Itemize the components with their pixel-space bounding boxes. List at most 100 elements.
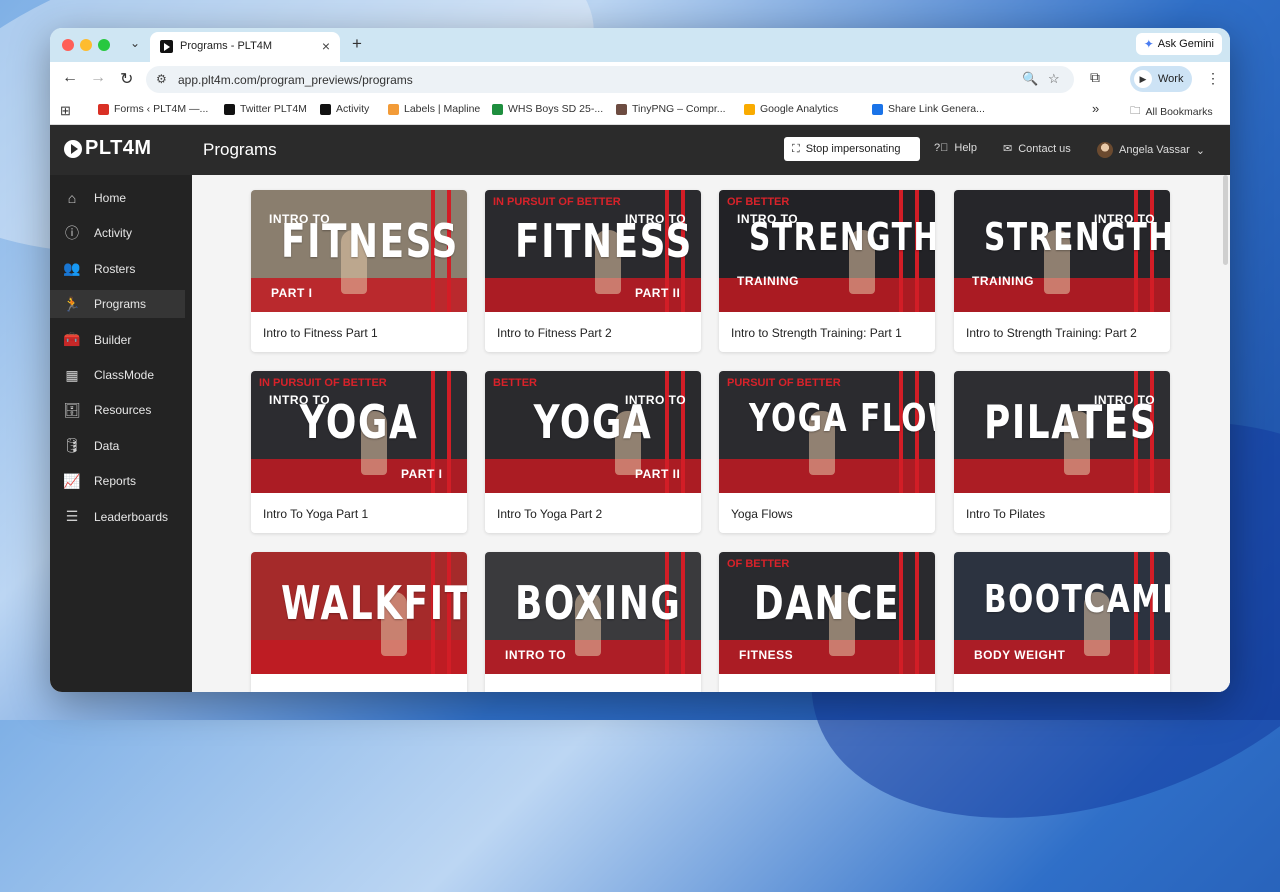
bookmark-item[interactable]: Twitter PLT4M (224, 103, 307, 115)
program-card[interactable]: OF BETTER INTRO TO STRENGTH TRAINING Intro t… (719, 190, 935, 352)
program-card[interactable]: IN PURSUIT OF BETTER INTRO TO YOGA PART I In… (251, 371, 467, 533)
program-card[interactable]: INTRO TO STRENGTH TRAINING Intro to Strengt… (954, 190, 1170, 352)
program-card[interactable]: IN PURSUIT OF BETTER INTRO TO FITNESS PART … (485, 190, 701, 352)
user-avatar (1097, 142, 1113, 158)
bookmark-item[interactable]: Labels | Mapline (388, 103, 480, 115)
apps-grid-icon[interactable]: ⊞ (60, 103, 71, 119)
all-bookmarks-label: All Bookmarks (1145, 106, 1213, 118)
classroom-icon: ▦ (65, 366, 79, 383)
scrollbar[interactable] (1220, 175, 1230, 692)
program-thumbnail[interactable]: WALKFIT (251, 552, 467, 674)
bookmark-star-icon[interactable]: ☆ (1048, 71, 1060, 87)
program-title[interactable]: Intro To Yoga Part 1 (263, 507, 368, 521)
sidebar-item-home[interactable]: ⌂ Home (50, 184, 185, 212)
cabinet-icon: 🗄 (63, 401, 81, 418)
bookmark-label: Twitter PLT4M (240, 103, 307, 115)
program-title[interactable]: Intro to Strength Training: Part 1 (731, 326, 902, 340)
tab-close-button[interactable]: × (322, 38, 330, 54)
program-title[interactable]: Intro to Fitness Part 1 (263, 326, 378, 340)
program-thumbnail[interactable]: IN PURSUIT OF BETTER INTRO TO YOGA PART I (251, 371, 467, 493)
thumbnail-title: STRENGTH (984, 215, 1170, 259)
program-title[interactable]: Intro to Strength Training: Part 2 (966, 326, 1137, 340)
program-thumbnail[interactable]: INTRO TO PILATES (954, 371, 1170, 493)
program-card[interactable]: BOOTCAMP BODY WEIGHT (954, 552, 1170, 692)
stop-impersonating-button[interactable]: ⛶ Stop impersonating (784, 137, 920, 161)
bookmark-label: Labels | Mapline (404, 103, 481, 115)
site-settings-icon[interactable]: ⚙ (156, 72, 167, 86)
program-thumbnail[interactable]: IN PURSUIT OF BETTER INTRO TO FITNESS PART … (485, 190, 701, 312)
minimize-window-button[interactable] (80, 39, 92, 51)
list-icon: ☰ (65, 508, 79, 525)
thumbnail-stripe (681, 371, 685, 493)
program-thumbnail[interactable]: INTRO TO STRENGTH TRAINING (954, 190, 1170, 312)
impersonate-icon: ⛶ (792, 142, 800, 155)
sidebar-item-resources[interactable]: 🗄 Resources (50, 396, 185, 424)
back-arrow-icon[interactable]: ← (62, 69, 78, 87)
program-thumbnail[interactable]: OF BETTER DANCE FITNESS (719, 552, 935, 674)
program-thumbnail[interactable]: OF BETTER INTRO TO STRENGTH TRAINING (719, 190, 935, 312)
tab-search-chevron-icon[interactable]: ⌄ (130, 36, 140, 50)
address-bar[interactable]: ⚙ app.plt4m.com/program_previews/program… (146, 66, 1074, 93)
sidebar-item-leaderboards[interactable]: ☰ Leaderboards (50, 503, 185, 531)
tab-strip: ⌄ Programs - PLT4M × + ✦ Ask Gemini (50, 28, 1230, 62)
sidebar-item-programs[interactable]: 🏃 Programs (50, 290, 185, 319)
thumbnail-title: BOOTCAMP (984, 577, 1170, 621)
user-menu[interactable]: Angela Vassar ⌄ (1097, 142, 1205, 158)
forward-arrow-icon[interactable]: → (90, 69, 106, 87)
sidebar-item-reports[interactable]: 📈 Reports (50, 467, 185, 495)
program-thumbnail[interactable]: BOXING INTRO TO (485, 552, 701, 674)
scrollbar-thumb[interactable] (1223, 175, 1228, 265)
program-title[interactable]: Yoga Flows (731, 507, 793, 521)
bookmark-item[interactable]: WHS Boys SD 25-... (492, 103, 603, 115)
browser-menu-icon[interactable]: ⋮ (1206, 70, 1220, 87)
ask-gemini-button[interactable]: ✦ Ask Gemini (1135, 33, 1222, 55)
thumbnail-subtitle: FITNESS (739, 648, 794, 662)
sidebar-item-rosters[interactable]: 👥 Rosters (50, 255, 185, 283)
bookmark-item[interactable]: Forms ‹ PLT4M —... (98, 103, 208, 115)
program-thumbnail[interactable]: PURSUIT OF BETTER YOGA FLOWS (719, 371, 935, 493)
program-title[interactable]: Intro To Pilates (966, 507, 1045, 521)
new-tab-button[interactable]: + (352, 34, 362, 54)
bookmark-item[interactable]: Activity (320, 103, 369, 115)
program-title[interactable]: Intro To Yoga Part 2 (497, 507, 602, 521)
thumbnail-subtitle: TRAINING (737, 274, 799, 288)
program-title[interactable]: Intro to Fitness Part 2 (497, 326, 612, 340)
sidebar-item-classmode[interactable]: ▦ ClassMode (50, 361, 185, 389)
all-bookmarks-button[interactable]: 🗀 All Bookmarks (1130, 103, 1213, 121)
bookmark-label: TinyPNG – Compr... (632, 103, 726, 115)
close-window-button[interactable] (62, 39, 74, 51)
maximize-window-button[interactable] (98, 39, 110, 51)
program-card[interactable]: INTRO TO PILATES Intro To Pilates (954, 371, 1170, 533)
zoom-search-icon[interactable]: 🔍 (1022, 71, 1038, 87)
sidebar-item-builder[interactable]: 🧰 Builder (50, 326, 185, 354)
extensions-puzzle-icon[interactable]: ⧉ (1090, 69, 1100, 86)
bookmark-item[interactable]: Share Link Genera... (872, 103, 985, 115)
bookmark-label: WHS Boys SD 25-... (508, 103, 604, 115)
sidebar-item-activity[interactable]: ⓘ Activity (50, 219, 185, 247)
thumbnail-subtitle: INTRO TO (505, 648, 567, 662)
bookmark-favicon-icon (388, 103, 399, 115)
reload-icon[interactable]: ↻ (120, 69, 133, 89)
bookmark-item[interactable]: TinyPNG – Compr... (616, 103, 726, 115)
help-link[interactable]: ?⃝ Help (934, 142, 977, 154)
program-card[interactable]: OF BETTER DANCE FITNESS (719, 552, 935, 692)
program-thumbnail[interactable]: INTRO TO FITNESS PART I (251, 190, 467, 312)
program-card[interactable]: BETTER INTRO TO YOGA PART II Intro To Yoga P… (485, 371, 701, 533)
program-thumbnail[interactable]: BETTER INTRO TO YOGA PART II (485, 371, 701, 493)
sidebar-item-data[interactable]: 🛢 Data (50, 432, 185, 460)
program-card[interactable]: BOXING INTRO TO (485, 552, 701, 692)
program-card[interactable]: PURSUIT OF BETTER YOGA FLOWS Yoga Flows (719, 371, 935, 533)
bookmarks-overflow-icon[interactable]: » (1092, 101, 1099, 116)
contact-link[interactable]: ✉ Contact us (1003, 142, 1071, 156)
tab-programs[interactable]: Programs - PLT4M × (150, 32, 340, 62)
program-thumbnail[interactable]: BOOTCAMP BODY WEIGHT (954, 552, 1170, 674)
program-card[interactable]: WALKFIT (251, 552, 467, 692)
plt4m-logo[interactable]: PLT4M (64, 137, 152, 160)
bookmark-item[interactable]: Google Analytics (744, 103, 838, 115)
toolbox-icon: 🧰 (63, 331, 81, 348)
program-card[interactable]: INTRO TO FITNESS PART I Intro to Fitness Pa… (251, 190, 467, 352)
thumbnail-tagline: IN PURSUIT OF BETTER (493, 196, 621, 208)
thumbnail-subtitle: PART I (271, 286, 313, 300)
thumbnail-title: STRENGTH (749, 215, 935, 259)
profile-button[interactable]: ▶ Work (1130, 66, 1192, 92)
